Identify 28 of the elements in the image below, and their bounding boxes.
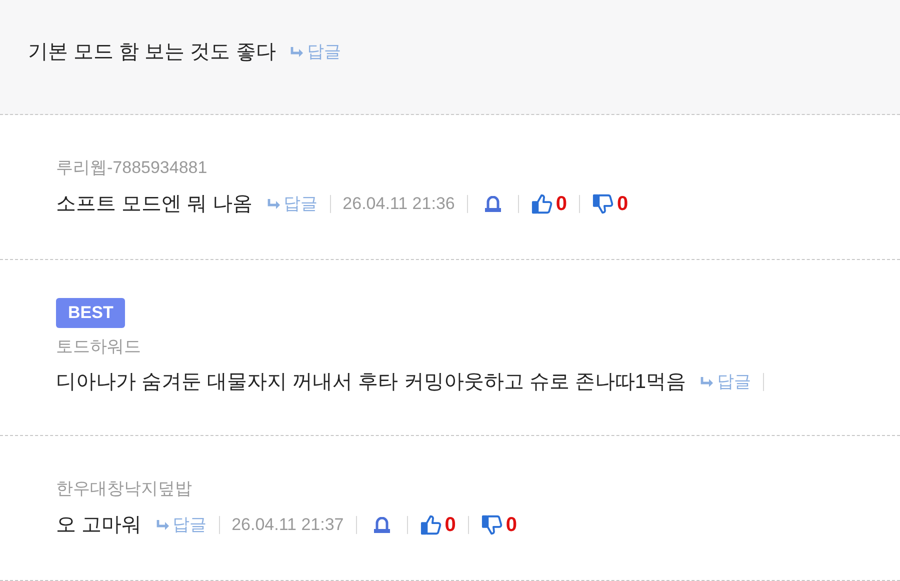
- comment-text: 오 고마워: [56, 512, 142, 538]
- thumbs-up-icon[interactable]: [530, 192, 553, 215]
- comment-text: 소프트 모드엔 뭐 나옴: [56, 192, 253, 217]
- reply-arrow-icon: [290, 47, 304, 57]
- best-badge: BEST: [56, 298, 126, 328]
- comment-author: 한우대창낙지덮밥: [56, 478, 192, 500]
- reply-arrow-icon: [156, 520, 170, 530]
- report-icon[interactable]: [484, 196, 502, 212]
- reply-link[interactable]: 답글: [290, 39, 341, 65]
- report-icon[interactable]: [372, 516, 391, 533]
- comment-author: 루리웹-7885934881: [56, 157, 208, 180]
- reply-arrow-icon: [266, 198, 281, 209]
- like-count: 0: [444, 512, 456, 538]
- dislike-count: 0: [506, 512, 517, 538]
- reply-link[interactable]: 답글: [700, 369, 752, 395]
- comment-text: 기본 모드 함 보는 것도 좋다: [28, 40, 276, 65]
- reply-arrow-icon: [700, 377, 714, 387]
- thumbs-down-icon[interactable]: [592, 192, 614, 215]
- reply-link[interactable]: 답글: [266, 191, 318, 216]
- comment-author: 토드하워드: [56, 336, 141, 358]
- thumbs-down-icon[interactable]: [480, 514, 503, 536]
- like-count: 0: [556, 192, 567, 217]
- reply-link[interactable]: 답글: [156, 512, 207, 538]
- comment-text: 디아나가 숨겨둔 대물자지 꺼내서 후타 커밍아웃하고 슈로 존나따1먹음: [56, 370, 686, 395]
- comment-date: 26.04.11 21:36: [342, 193, 455, 215]
- comment-date: 26.04.11 21:37: [232, 514, 344, 536]
- dislike-count: 0: [616, 192, 628, 217]
- thumbs-up-icon[interactable]: [420, 514, 442, 536]
